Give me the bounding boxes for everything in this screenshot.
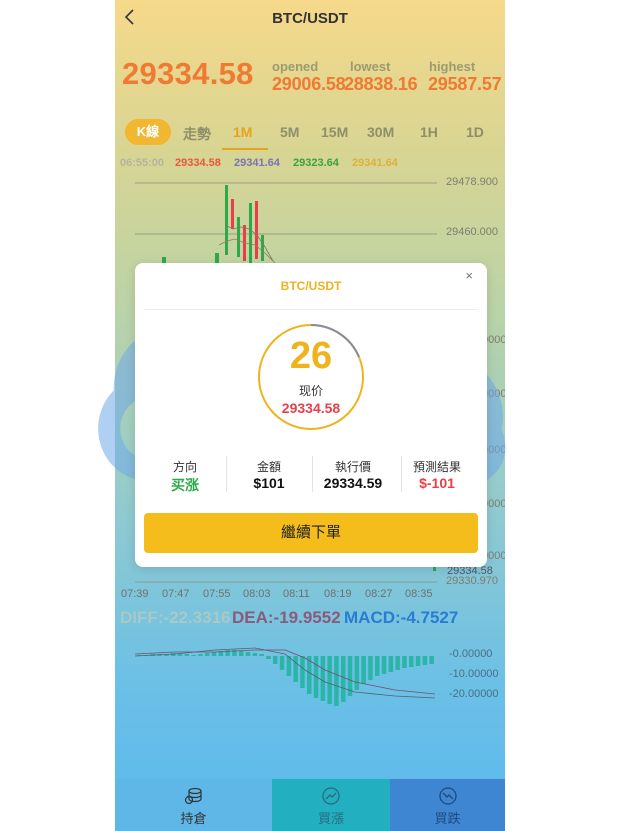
- tab-30m[interactable]: 30M: [367, 124, 394, 140]
- macd-value: MACD:-4.7527: [344, 608, 459, 627]
- result-value: $-101: [419, 475, 455, 491]
- x-tick: 07:55: [203, 588, 231, 600]
- dialog-title: BTC/USDT: [280, 279, 342, 293]
- tab-15m[interactable]: 15M: [321, 124, 348, 140]
- tab-5m[interactable]: 5M: [280, 124, 299, 140]
- y-tick: 29460.000: [446, 226, 498, 238]
- y-tick: 29330.970: [446, 575, 498, 587]
- macd-bar: [415, 656, 421, 666]
- page-title: BTC/USDT: [272, 10, 348, 27]
- lowest-label: lowest: [350, 59, 391, 74]
- macd-bar: [429, 656, 434, 664]
- macd-bar: [177, 654, 183, 656]
- tab-1d[interactable]: 1D: [466, 124, 484, 140]
- tab-trend[interactable]: 走勢: [183, 124, 211, 144]
- amount-value: $101: [253, 475, 285, 491]
- x-tick: 08:19: [324, 588, 352, 600]
- divider: [145, 309, 477, 310]
- opened-value: 29006.58: [272, 74, 346, 94]
- macd-bar: [198, 654, 203, 656]
- macd-bar: [361, 656, 366, 684]
- macd-bar: [402, 656, 407, 668]
- macd-bar: [239, 651, 244, 656]
- now-price-value: 29334.58: [281, 400, 341, 416]
- macd-bar: [286, 656, 292, 676]
- macd-bar: [388, 656, 394, 672]
- buy-down-label: 買跌: [434, 811, 461, 826]
- amount-label: 金額: [256, 460, 281, 474]
- result-label: 預測結果: [412, 460, 461, 474]
- bottom-bar: 持倉 買漲 買跌: [115, 779, 505, 831]
- macd-chart: [134, 647, 436, 706]
- continue-order-button[interactable]: 繼續下單: [144, 513, 478, 553]
- countdown-number: 26: [289, 335, 333, 377]
- exec-price-label: 執行價: [334, 460, 371, 474]
- macd-bar: [320, 656, 326, 701]
- macd-bar: [300, 656, 305, 688]
- tab-1m[interactable]: 1M: [233, 124, 252, 140]
- macd-bar: [334, 656, 339, 706]
- macd-diff: DIFF:-22.3316: [120, 608, 231, 627]
- y-tick: 29478.900: [446, 176, 498, 188]
- coins-icon: [184, 786, 204, 806]
- macd-bar: [245, 652, 251, 656]
- macd-y-tick: -0.00000: [449, 648, 493, 660]
- macd-bar: [368, 656, 373, 680]
- x-tick: 07:39: [121, 588, 149, 600]
- macd-bar: [422, 656, 428, 665]
- macd-bar: [327, 656, 332, 704]
- macd-bar: [252, 653, 258, 656]
- current-price: 29334.58: [122, 56, 254, 91]
- macd-bar: [273, 656, 278, 664]
- now-price-label: 现价: [298, 384, 323, 398]
- column-divider: [226, 456, 227, 492]
- column-divider: [401, 456, 402, 492]
- macd-bar: [381, 656, 387, 674]
- macd-bar: [279, 656, 285, 670]
- tab-1h[interactable]: 1H: [420, 124, 438, 140]
- macd-bar: [266, 656, 271, 659]
- macd-bar: [409, 656, 414, 667]
- macd-bar: [293, 656, 298, 682]
- macd-bar: [211, 652, 217, 656]
- lowest-value: 28838.16: [344, 74, 418, 94]
- trend-down-icon: [438, 786, 458, 806]
- buy-up-button[interactable]: 買漲: [272, 779, 390, 831]
- hold-label: 持倉: [180, 811, 207, 826]
- hold-button[interactable]: 持倉: [115, 779, 272, 831]
- x-tick: 08:11: [283, 588, 310, 600]
- macd-histogram: [137, 650, 434, 706]
- trend-up-icon: [321, 786, 341, 806]
- highest-label: highest: [429, 59, 476, 74]
- macd-bar: [184, 654, 190, 656]
- macd-y-tick: -10.00000: [449, 668, 499, 680]
- header: BTC/USDT: [115, 0, 505, 38]
- highest-value: 29587.57: [428, 74, 502, 94]
- macd-bar: [259, 654, 264, 656]
- active-tab-indicator: [222, 148, 268, 150]
- x-tick: 08:27: [365, 588, 393, 600]
- x-tick: 08:35: [405, 588, 433, 600]
- tab-kline[interactable]: K線: [125, 119, 171, 145]
- macd-y-tick: -20.00000: [449, 688, 499, 700]
- exec-price-value: 29334.59: [323, 475, 383, 491]
- opened-label: opened: [272, 59, 319, 74]
- macd-bar: [354, 656, 360, 690]
- direction-label: 方向: [172, 460, 197, 474]
- timeframe-tabs: K線 走勢 1M 5M 15M 30M 1H 1D: [115, 118, 505, 150]
- macd-bar: [341, 656, 346, 702]
- buy-down-button[interactable]: 買跌: [390, 779, 505, 831]
- macd-bar: [395, 656, 400, 670]
- direction-value: 买涨: [171, 477, 199, 493]
- x-tick: 08:03: [243, 588, 271, 600]
- macd-bar: [375, 656, 380, 676]
- buy-up-label: 買漲: [317, 811, 344, 826]
- x-tick: 07:47: [162, 588, 190, 600]
- macd-dea: DEA:-19.9552: [232, 608, 341, 627]
- order-result-dialog: × BTC/USDT 26 现价 29334.58 方向 买涨 金額 $101 …: [135, 263, 487, 567]
- macd-bar: [205, 653, 210, 656]
- macd-bar: [191, 655, 196, 656]
